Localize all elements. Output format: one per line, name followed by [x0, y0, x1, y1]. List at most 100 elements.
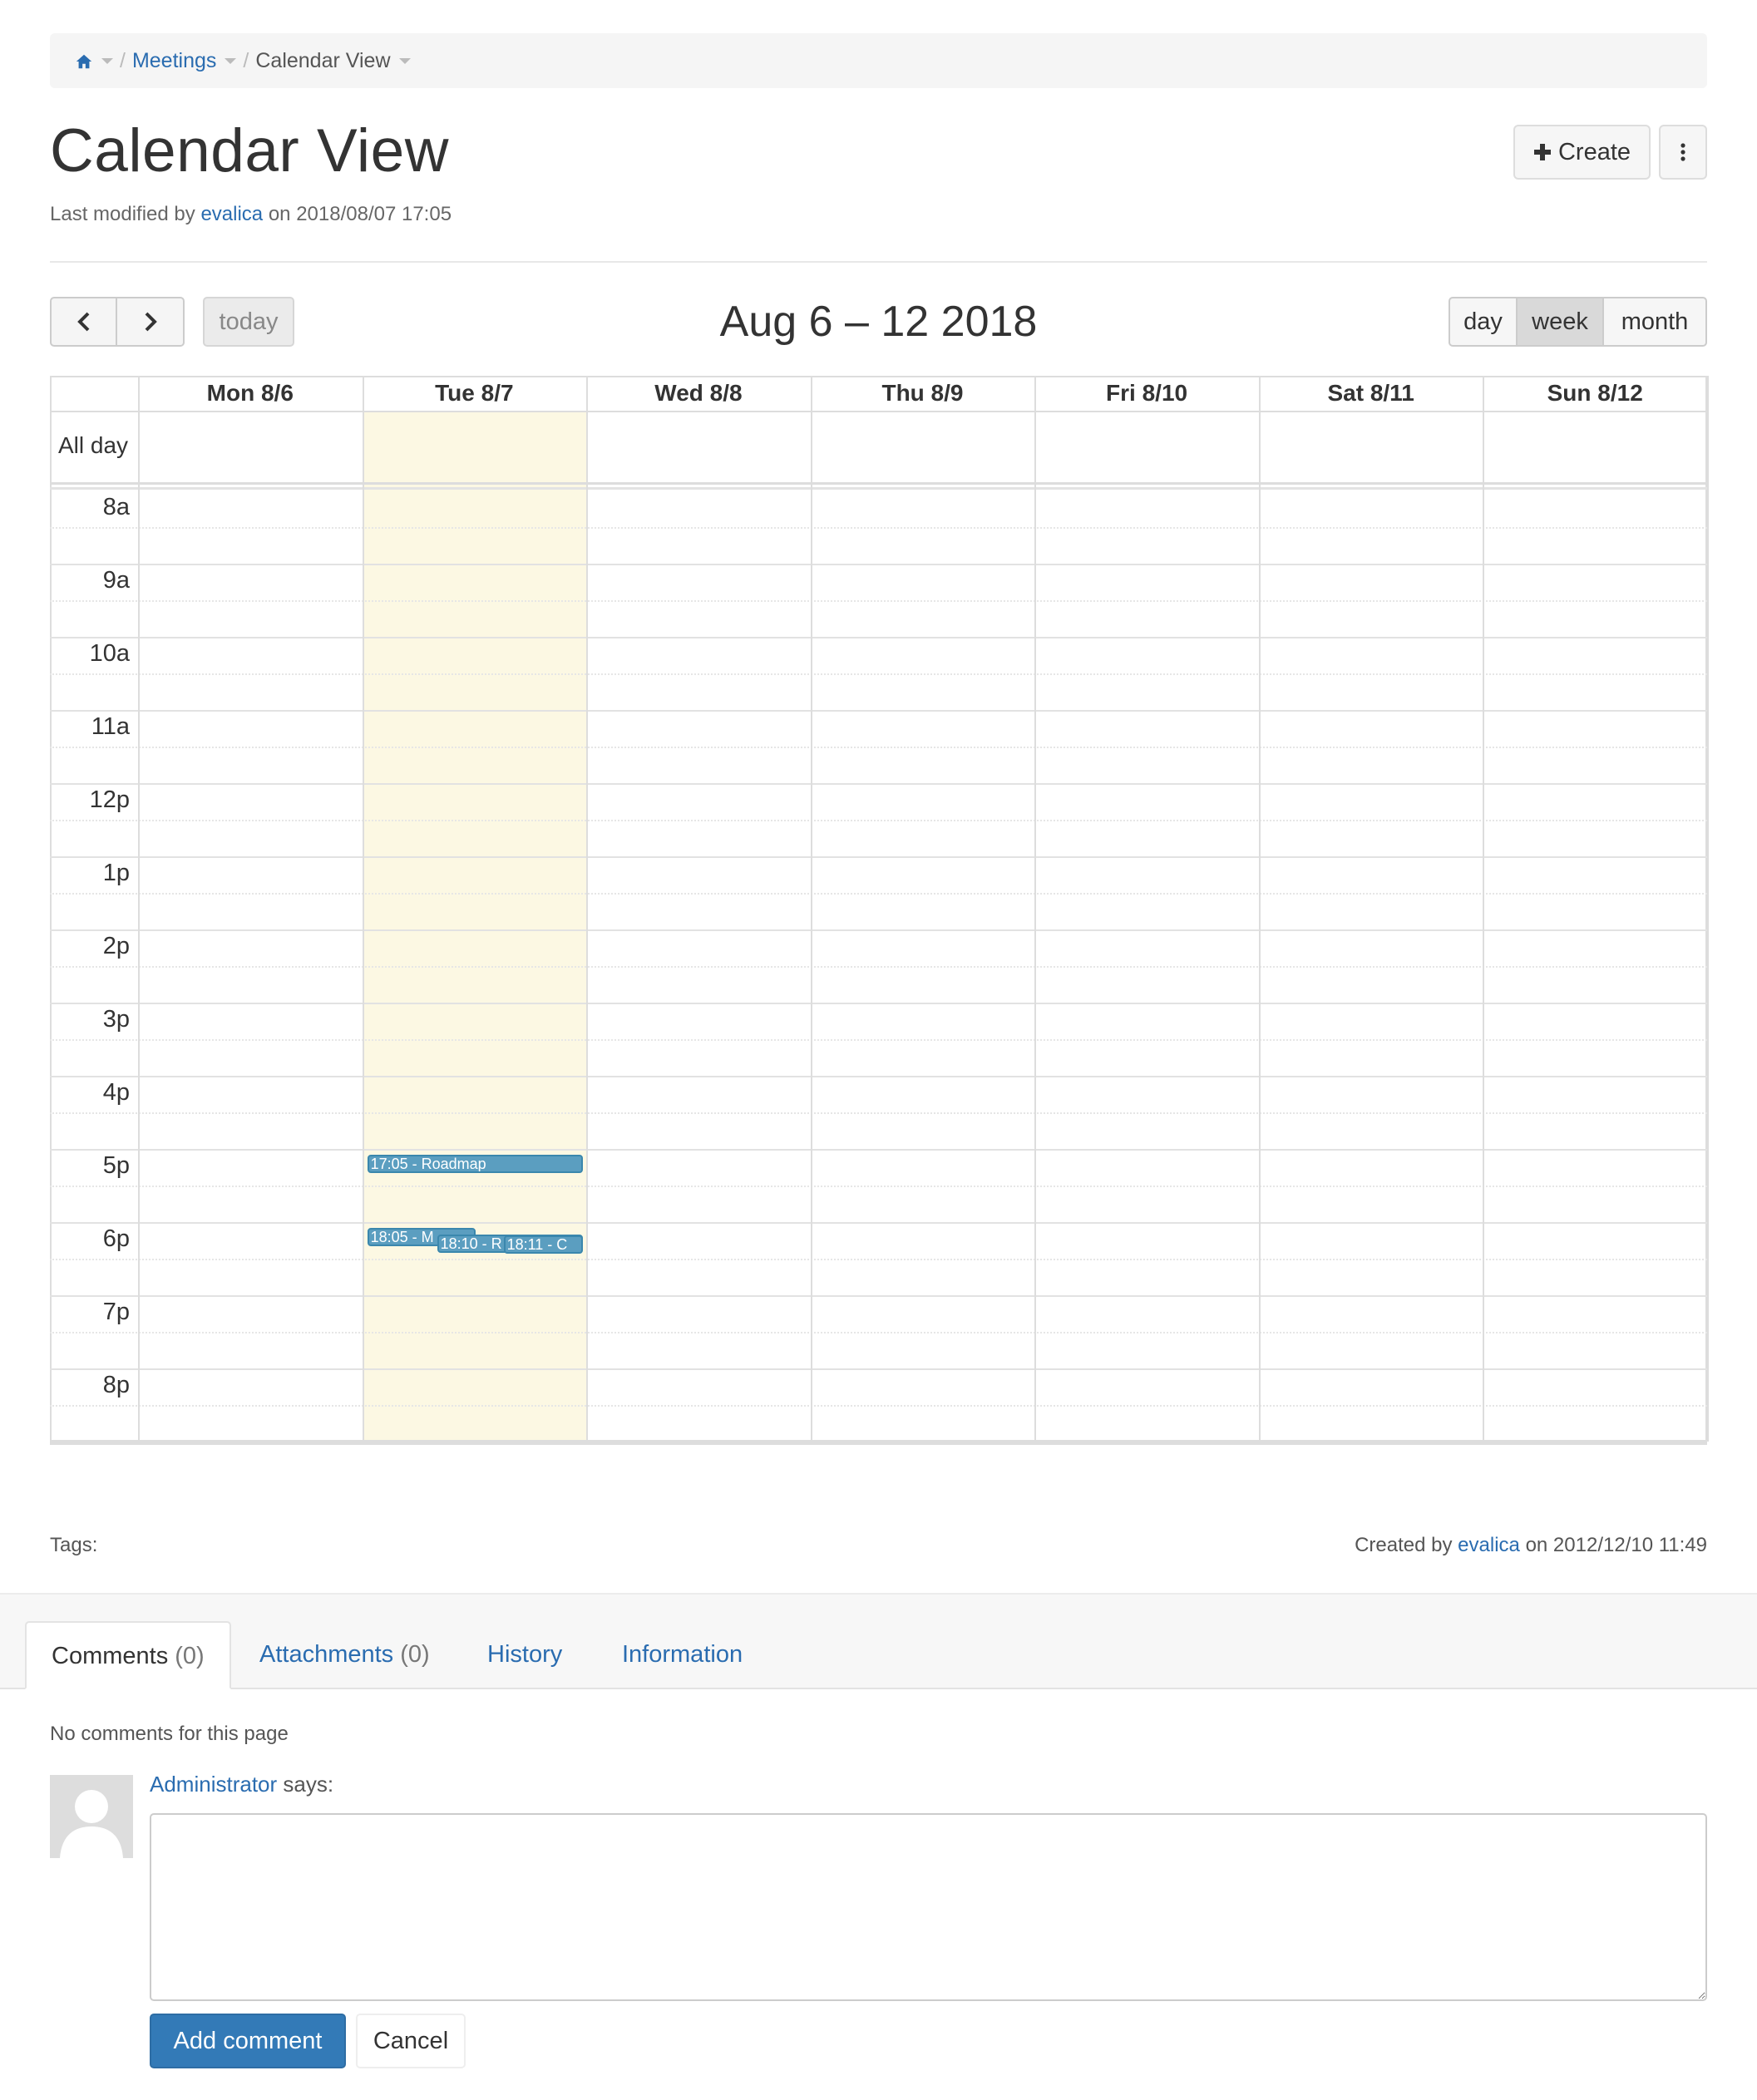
- half-hour-line: [50, 600, 1707, 602]
- today-button[interactable]: today: [203, 297, 294, 347]
- created-user-link[interactable]: evalica: [1458, 1534, 1520, 1556]
- hour-line: [50, 856, 1707, 858]
- half-hour-line: [50, 1259, 1707, 1260]
- plus-icon: [1533, 144, 1551, 160]
- time-slot-label: 3p: [102, 1006, 130, 1033]
- hour-line: [50, 710, 1707, 712]
- prev-week-button[interactable]: [50, 297, 117, 347]
- header-divider: [50, 411, 1707, 412]
- next-week-button[interactable]: [117, 297, 185, 347]
- day-header: Sun 8/12: [1483, 376, 1707, 412]
- half-hour-line: [50, 527, 1707, 529]
- day-divider: [586, 376, 589, 1442]
- tab-comments[interactable]: Comments (0): [25, 1621, 231, 1689]
- chevron-down-icon[interactable]: [101, 57, 113, 64]
- time-slot-label: 10a: [89, 640, 130, 667]
- day-header: Thu 8/9: [810, 376, 1035, 412]
- chevron-left-icon: [76, 312, 89, 332]
- hour-line: [50, 637, 1707, 638]
- last-modified-date: on 2018/08/07 17:05: [268, 203, 452, 225]
- allday-divider: [50, 487, 1707, 490]
- calendar-event[interactable]: 18:11 - C: [503, 1235, 584, 1255]
- calendar-border: [50, 376, 1707, 1442]
- tags-label: Tags:: [50, 1534, 98, 1556]
- breadcrumb-separator: /: [243, 48, 249, 72]
- calendar-view-switcher: day week month: [1449, 297, 1707, 347]
- last-modified-prefix: Last modified by: [50, 203, 195, 225]
- breadcrumb-separator: /: [120, 48, 126, 72]
- breadcrumb: / Meetings / Calendar View: [50, 33, 1707, 88]
- says-label: says:: [283, 1772, 334, 1797]
- day-divider: [138, 376, 140, 1442]
- chevron-down-icon[interactable]: [225, 57, 237, 64]
- created-date: on 2012/12/10 11:49: [1525, 1534, 1707, 1556]
- view-week-button[interactable]: week: [1518, 297, 1604, 347]
- hour-line: [50, 1368, 1707, 1370]
- day-divider: [1034, 376, 1037, 1442]
- cancel-button[interactable]: Cancel: [356, 2014, 466, 2068]
- tab-count: (0): [175, 1643, 205, 1669]
- half-hour-line: [50, 893, 1707, 895]
- tab-information[interactable]: Information: [597, 1621, 767, 1689]
- no-comments-message: No comments for this page: [50, 1723, 289, 1745]
- breadcrumb-meetings-link[interactable]: Meetings: [132, 49, 216, 73]
- tab-attachments[interactable]: Attachments (0): [234, 1621, 455, 1689]
- hour-line: [50, 929, 1707, 931]
- tab-label: History: [487, 1641, 563, 1668]
- hour-line: [50, 1149, 1707, 1151]
- time-slot-label: 1p: [102, 860, 130, 886]
- page-title: Calendar View: [50, 117, 449, 185]
- calendar-event[interactable]: 17:05 - Roadmap: [367, 1155, 584, 1174]
- day-divider: [362, 376, 364, 1442]
- create-button[interactable]: Create: [1513, 125, 1651, 180]
- chevron-down-icon[interactable]: [398, 57, 411, 64]
- comment-textarea[interactable]: [150, 1813, 1707, 2001]
- view-day-button[interactable]: day: [1449, 297, 1518, 347]
- time-slot-label: 11a: [91, 713, 130, 740]
- allday-label: All day: [58, 432, 129, 458]
- document-tabs: Comments (0) Attachments (0) History Inf…: [0, 1593, 1757, 1689]
- time-slot-label: 2p: [102, 933, 130, 959]
- day-divider: [1707, 376, 1709, 1442]
- last-modified-info: Last modified by evalica on 2018/08/07 1…: [50, 203, 452, 226]
- last-modified-user-link[interactable]: evalica: [200, 203, 263, 225]
- time-slot-label: 5p: [102, 1152, 130, 1179]
- created-prefix: Created by: [1355, 1534, 1453, 1556]
- time-slot-label: 4p: [102, 1079, 130, 1106]
- half-hour-line: [50, 1112, 1707, 1114]
- hour-line: [50, 1076, 1707, 1077]
- hour-line: [50, 1295, 1707, 1297]
- home-icon[interactable]: [75, 49, 93, 73]
- add-comment-button[interactable]: Add comment: [150, 2014, 346, 2068]
- time-slot-label: 8p: [102, 1372, 130, 1398]
- half-hour-line: [50, 1039, 1707, 1041]
- tab-history[interactable]: History: [462, 1621, 587, 1689]
- avatar: [50, 1775, 133, 1858]
- title-divider: [50, 261, 1707, 263]
- tab-label: Comments: [52, 1643, 169, 1669]
- created-by-info: Created by evalica on 2012/12/10 11:49: [1355, 1534, 1707, 1557]
- tab-count: (0): [400, 1641, 430, 1668]
- day-header: Fri 8/10: [1034, 376, 1259, 412]
- day-divider: [810, 376, 812, 1442]
- day-header: Wed 8/8: [586, 376, 811, 412]
- user-avatar-icon: [60, 1790, 123, 1858]
- more-actions-button[interactable]: [1659, 125, 1707, 180]
- day-divider: [1483, 376, 1485, 1442]
- view-month-button[interactable]: month: [1604, 297, 1707, 347]
- half-hour-line: [50, 820, 1707, 821]
- time-slot-label: 12p: [89, 786, 130, 813]
- time-slot-label: 6p: [102, 1225, 130, 1252]
- calendar-toolbar: Aug 6 – 12 2018 today day week month: [50, 297, 1707, 347]
- hour-line: [50, 564, 1707, 565]
- breadcrumb-current: Calendar View: [255, 48, 391, 72]
- hour-line: [50, 783, 1707, 785]
- time-slot-label: 8a: [102, 494, 130, 520]
- day-header: Mon 8/6: [138, 376, 363, 412]
- half-hour-line: [50, 1186, 1707, 1187]
- allday-divider: [50, 482, 1707, 485]
- comment-author-link[interactable]: Administrator: [150, 1772, 277, 1797]
- calendar-grid-body: Mon 8/6 Tue 8/7 Wed 8/8 Thu 8/9 Fri 8/10 Sat …: [50, 376, 1709, 1447]
- grid-bottom: [50, 1442, 1707, 1445]
- half-hour-line: [50, 966, 1707, 968]
